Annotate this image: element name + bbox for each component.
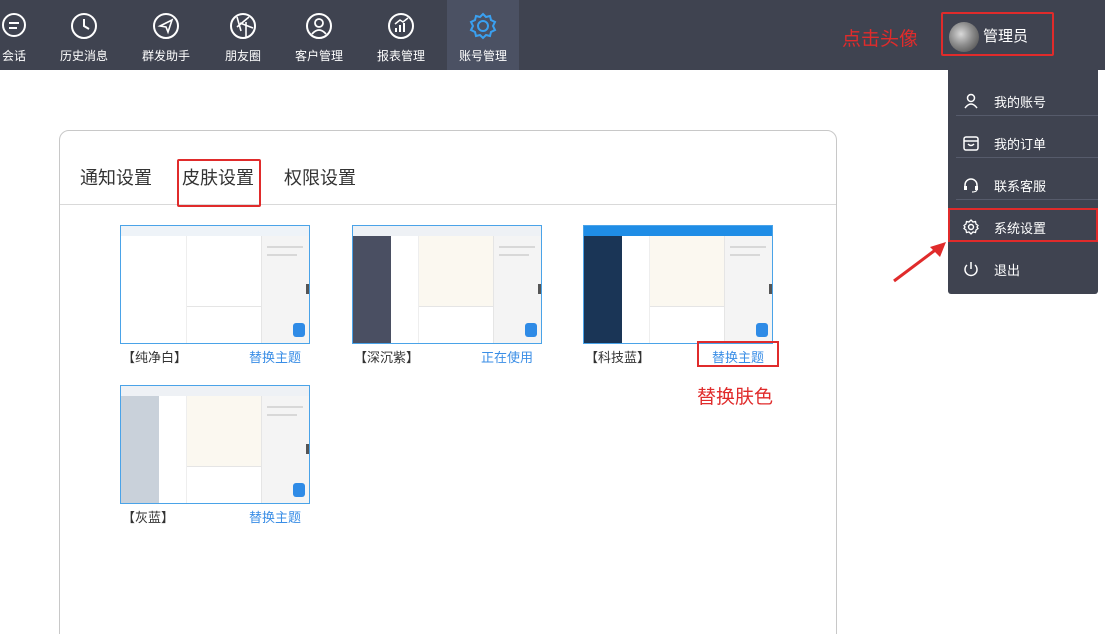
thumb-tab xyxy=(306,444,309,454)
thumb-list xyxy=(159,396,187,503)
headset-icon xyxy=(964,178,978,193)
thumb-input-area xyxy=(650,306,724,343)
nav-item-customers[interactable]: 客户管理 xyxy=(283,0,355,70)
thumb-button xyxy=(525,323,537,337)
thumb-chat-area xyxy=(187,236,261,306)
thumb-line xyxy=(499,246,535,248)
theme-name: 【科技蓝】 xyxy=(585,351,651,366)
skin-hint-annotation: 替换肤色 xyxy=(697,386,774,408)
thumb-tab xyxy=(538,284,541,294)
menu-item-label: 退出 xyxy=(994,264,1021,279)
aperture-icon xyxy=(230,13,256,39)
nav-item-account[interactable]: 账号管理 xyxy=(447,0,519,70)
thumb-tab xyxy=(769,284,772,294)
user-circle-icon xyxy=(306,13,332,39)
user-icon xyxy=(964,93,978,109)
top-navigation-bar: 会话 历史消息 群发助手 朋友圈 客户管理 报表管理 账号管理 点击头像 管理员 xyxy=(0,0,1105,70)
menu-divider xyxy=(956,157,1098,158)
thumb-line xyxy=(730,246,766,248)
thumb-line xyxy=(267,406,303,408)
menu-item-label: 我的账号 xyxy=(994,96,1047,111)
menu-item-label: 我的订单 xyxy=(994,138,1047,153)
nav-item-chat[interactable]: 会话 xyxy=(0,0,50,70)
menu-item-logout[interactable]: 退出 xyxy=(948,248,1098,290)
account-dropdown-menu: 我的账号 我的订单 联系客服 系统设置 退出 xyxy=(948,56,1098,294)
nav-item-reports[interactable]: 报表管理 xyxy=(365,0,437,70)
menu-divider xyxy=(956,115,1098,116)
nav-label: 群发助手 xyxy=(141,49,190,63)
thumb-list xyxy=(391,236,419,343)
avatar-hint-annotation: 点击头像 xyxy=(842,28,919,50)
thumb-header xyxy=(584,226,772,236)
nav-item-moments[interactable]: 朋友圈 xyxy=(207,0,279,70)
nav-item-history[interactable]: 历史消息 xyxy=(48,0,120,70)
settings-tabs: 通知设置 皮肤设置 权限设置 xyxy=(60,131,836,207)
annotation-arrow-icon xyxy=(893,242,946,283)
thumb-list xyxy=(622,236,650,343)
replace-theme-link[interactable]: 替换主题 xyxy=(249,507,301,526)
theme-name: 【纯净白】 xyxy=(122,351,188,366)
thumb-header xyxy=(121,226,309,236)
nav-label: 会话 xyxy=(1,49,26,63)
thumb-sidebar xyxy=(584,236,622,343)
theme-thumbnail[interactable] xyxy=(352,225,542,344)
settings-highlight-annotation xyxy=(948,208,1098,242)
admin-name: 管理员 xyxy=(983,27,1029,45)
thumb-sidebar xyxy=(121,236,135,343)
nav-label: 朋友圈 xyxy=(224,49,261,63)
power-icon xyxy=(964,262,978,277)
thumb-button xyxy=(756,323,768,337)
theme-thumbnail[interactable] xyxy=(120,225,310,344)
thumb-button xyxy=(293,323,305,337)
menu-divider xyxy=(956,199,1098,200)
menu-item-label: 联系客服 xyxy=(994,180,1047,195)
chat-bubble-icon xyxy=(2,13,26,37)
theme-thumbnail[interactable] xyxy=(583,225,773,344)
order-box-icon xyxy=(963,136,979,151)
replace-theme-link[interactable]: 替换主题 xyxy=(249,347,301,366)
clock-icon xyxy=(71,13,97,39)
thumb-line xyxy=(267,414,297,416)
theme-name: 【深沉紫】 xyxy=(354,351,420,366)
thumb-input-area xyxy=(187,466,261,503)
thumb-line xyxy=(267,254,297,256)
theme-thumbnail[interactable] xyxy=(120,385,310,504)
thumb-sidebar xyxy=(353,236,391,343)
thumb-input-area xyxy=(187,306,261,343)
thumb-line xyxy=(730,254,760,256)
thumb-tab xyxy=(306,284,309,294)
in-use-label: 正在使用 xyxy=(481,351,534,366)
tab-notification-settings[interactable]: 通知设置 xyxy=(80,164,152,190)
theme-name: 【灰蓝】 xyxy=(122,511,175,526)
thumb-line xyxy=(267,246,303,248)
thumb-button xyxy=(293,483,305,497)
admin-profile-button[interactable]: 管理员 xyxy=(941,12,1054,56)
thumb-input-area xyxy=(419,306,493,343)
replace-theme-highlight-annotation xyxy=(697,341,779,367)
nav-label: 账号管理 xyxy=(458,49,507,63)
thumb-header xyxy=(353,226,541,236)
tab-permission-settings[interactable]: 权限设置 xyxy=(284,164,356,190)
paper-plane-icon xyxy=(153,13,179,39)
chart-icon xyxy=(388,13,414,39)
thumb-chat-area xyxy=(419,236,493,306)
thumb-list xyxy=(159,236,187,343)
nav-label: 报表管理 xyxy=(376,49,425,63)
nav-label: 客户管理 xyxy=(294,49,343,63)
nav-label: 历史消息 xyxy=(59,49,108,63)
thumb-sidebar xyxy=(121,396,159,503)
avatar[interactable] xyxy=(949,22,979,52)
skin-tab-highlight-annotation xyxy=(177,159,261,207)
thumb-chat-area xyxy=(650,236,724,306)
thumb-header xyxy=(121,386,309,396)
thumb-line xyxy=(499,254,529,256)
thumb-chat-area xyxy=(187,396,261,466)
nav-item-broadcast[interactable]: 群发助手 xyxy=(130,0,202,70)
gear-icon xyxy=(469,12,497,40)
